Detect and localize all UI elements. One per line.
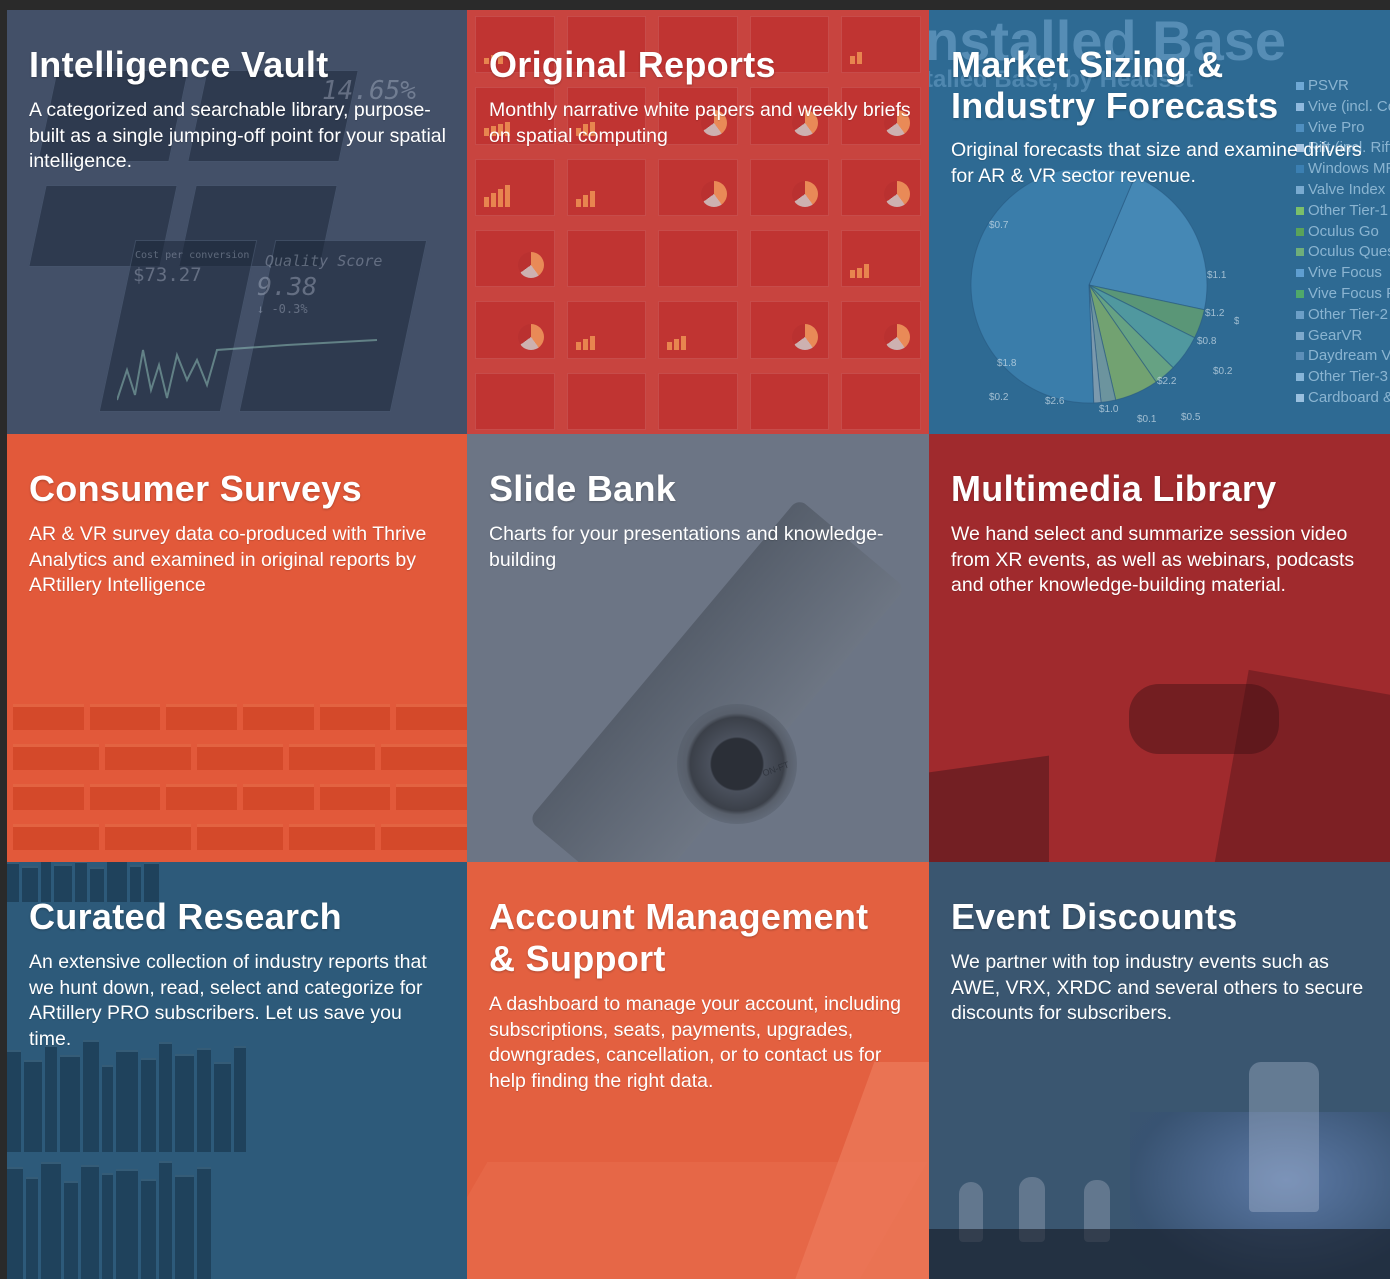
- pie-label: $0.8: [1197, 336, 1217, 347]
- tile-consumer-surveys[interactable]: Consumer Surveys AR & VR survey data co-…: [7, 434, 467, 862]
- vault-line-chart-icon: [117, 339, 378, 401]
- tile-description: We hand select and summarize session vid…: [951, 523, 1355, 597]
- legend-swatch-icon: [1296, 331, 1304, 340]
- tile-description: Charts for your presentations and knowle…: [489, 523, 884, 571]
- legend-item: Vive Focus: [1296, 263, 1390, 284]
- pie-label: $1.8: [997, 358, 1017, 369]
- legend-swatch-icon: [1296, 269, 1304, 278]
- vault-cost-value: $73.27: [133, 264, 202, 286]
- tile-intelligence-vault[interactable]: 14.65% Quality Score 9.38 ↓ -0.3% Cost p…: [7, 10, 467, 434]
- keyboard-shape: [929, 755, 1049, 862]
- legend-swatch-icon: [1296, 373, 1304, 382]
- tile-title: Multimedia Library: [951, 468, 1277, 509]
- tile-slide-bank[interactable]: ON-FT Slide Bank Charts for your present…: [467, 434, 929, 862]
- vault-quality-label: Quality Score: [265, 252, 383, 270]
- legend-item: Cardboard &: [1296, 388, 1390, 409]
- legend-item: Other Tier-3: [1296, 367, 1390, 388]
- pie-label: $1.1: [1207, 270, 1227, 281]
- pie-label: $0.2: [1213, 366, 1233, 377]
- tile-description: A dashboard to manage your account, incl…: [489, 993, 901, 1092]
- legend-swatch-icon: [1296, 393, 1304, 402]
- audience-silhouette: [929, 1229, 1390, 1279]
- pie-label: $1.2: [1205, 308, 1225, 319]
- legend-label: Cardboard &: [1308, 388, 1390, 406]
- tile-title-line1: Account Management: [489, 896, 869, 937]
- legend-label: Daydream V: [1308, 347, 1390, 365]
- legend-label: Other Tier-2: [1308, 305, 1389, 323]
- legend-swatch-icon: [1296, 248, 1304, 257]
- legend-swatch-icon: [1296, 310, 1304, 319]
- tile-title: Original Reports: [489, 44, 776, 85]
- tile-title-line1: Market Sizing &: [951, 44, 1224, 85]
- legend-item: Oculus Ques: [1296, 242, 1390, 263]
- pie-label: $0.1: [1137, 414, 1157, 425]
- tile-description: An extensive collection of industry repo…: [29, 951, 427, 1050]
- legend-label: Vive Focus P: [1308, 284, 1390, 302]
- tile-title-line2: Industry Forecasts: [951, 85, 1279, 126]
- legend-label: Oculus Go: [1308, 222, 1379, 240]
- tile-title: Curated Research: [29, 896, 342, 937]
- vault-cost-label: Cost per conversion: [135, 250, 250, 261]
- tile-title: Event Discounts: [951, 896, 1238, 937]
- legend-item: Other Tier-1: [1296, 201, 1390, 222]
- pie-label: $1.0: [1099, 404, 1119, 415]
- tile-curated-research[interactable]: Curated Research An extensive collection…: [7, 862, 467, 1279]
- tile-multimedia-library[interactable]: Multimedia Library We hand select and su…: [929, 434, 1390, 862]
- legend-label: Other Tier-1: [1308, 201, 1389, 219]
- vault-quality-value: 9.38: [257, 272, 318, 301]
- tile-original-reports[interactable]: Original Reports Monthly narrative white…: [467, 10, 929, 434]
- legend-label: GearVR: [1308, 326, 1363, 344]
- legend-swatch-icon: [1296, 352, 1304, 361]
- speaker-shape: [1249, 1062, 1319, 1212]
- pie-label: $0.7: [989, 220, 1009, 231]
- tile-description: Original forecasts that size and examine…: [951, 139, 1362, 187]
- tile-description: We partner with top industry events such…: [951, 951, 1364, 1025]
- legend-item: Oculus Go: [1296, 222, 1390, 243]
- tile-event-discounts[interactable]: Event Discounts We partner with top indu…: [929, 862, 1390, 1279]
- pie-label: $0.2: [989, 392, 1009, 403]
- feature-grid: 14.65% Quality Score 9.38 ↓ -0.3% Cost p…: [7, 10, 1390, 1279]
- laptop-base-shape: [467, 1162, 928, 1279]
- pie-label: $2.2: [1157, 376, 1177, 387]
- tile-market-sizing[interactable]: nstalled Base talled Base, by Headset $1…: [929, 10, 1390, 434]
- legend-swatch-icon: [1296, 227, 1304, 236]
- tile-title-line2: & Support: [489, 938, 666, 979]
- tile-title: Intelligence Vault: [29, 44, 329, 85]
- legend-swatch-icon: [1296, 206, 1304, 215]
- legend-swatch-icon: [1296, 290, 1304, 298]
- tile-description: A categorized and searchable library, pu…: [29, 99, 446, 173]
- tile-account-management[interactable]: Account Management & Support A dashboard…: [467, 862, 929, 1279]
- legend-label: Other Tier-3: [1308, 368, 1389, 386]
- pie-label: $2.6: [1045, 396, 1065, 407]
- tile-title: Slide Bank: [489, 468, 677, 509]
- tile-description: Monthly narrative white papers and weekl…: [489, 99, 911, 147]
- market-pie-chart: $1.1 $0.2 $1.2 $0.8 $0.2 $2.2 $1.8 $0.2 $2.6 $1.0…: [970, 170, 1239, 425]
- tile-description: AR & VR survey data co-produced with Thr…: [29, 523, 427, 597]
- tile-title: Consumer Surveys: [29, 468, 362, 509]
- legend-item: GearVR: [1296, 326, 1390, 347]
- legend-item: Daydream V: [1296, 346, 1390, 367]
- legend-label: Oculus Ques: [1308, 243, 1390, 261]
- pie-label: $0.2: [1234, 316, 1239, 327]
- legend-item: Other Tier-2: [1296, 305, 1390, 326]
- legend-item: Vive Focus P: [1296, 284, 1390, 305]
- legend-label: Vive Focus: [1308, 264, 1382, 282]
- pie-label: $0.5: [1181, 412, 1201, 423]
